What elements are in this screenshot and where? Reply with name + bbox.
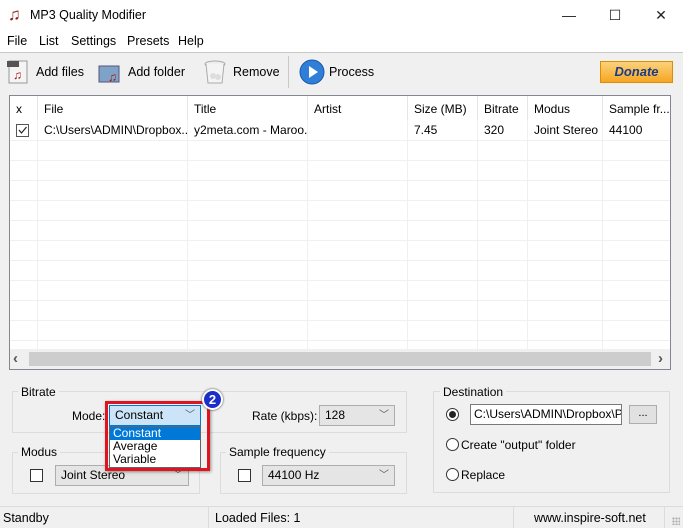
recycle-bin-icon: [203, 59, 227, 85]
replace-radio[interactable]: [446, 468, 459, 481]
grid-line: [10, 140, 670, 141]
cell-title: y2meta.com - Maroo...: [194, 123, 308, 137]
create-output-folder-label[interactable]: Create "output" folder: [461, 438, 576, 452]
maximize-button[interactable]: ☐: [592, 0, 638, 30]
grid-line: [10, 240, 670, 241]
bitrate-legend: Bitrate: [18, 385, 59, 399]
create-output-folder-radio[interactable]: [446, 438, 459, 451]
cell-artist: [308, 120, 408, 140]
status-website-link[interactable]: www.inspire-soft.net: [534, 511, 646, 525]
mode-label: Mode:: [72, 409, 106, 423]
grid-line: [10, 160, 670, 161]
replace-label[interactable]: Replace: [461, 468, 505, 482]
grid-line: [187, 120, 188, 349]
column-header-file[interactable]: File: [38, 96, 188, 120]
svg-text:♫: ♫: [108, 70, 117, 84]
column-header-bitrate[interactable]: Bitrate: [478, 96, 528, 120]
scroll-right-arrow-icon[interactable]: ›: [658, 350, 663, 367]
horizontal-scrollbar[interactable]: ‹ ›: [10, 349, 670, 369]
scrollbar-thumb[interactable]: [29, 352, 651, 366]
column-header-artist[interactable]: Artist: [308, 96, 408, 120]
status-divider: [208, 507, 209, 528]
destination-legend: Destination: [440, 385, 507, 399]
grid-line: [10, 200, 670, 201]
row-checkbox[interactable]: [16, 124, 29, 137]
chevron-down-icon: ﹀: [379, 410, 389, 421]
add-files-button[interactable]: ♫ Add files: [6, 58, 84, 86]
rate-label: Rate (kbps):: [252, 409, 318, 423]
sample-frequency-value: 44100 Hz: [268, 468, 320, 482]
grid-line: [10, 220, 670, 221]
menu-file[interactable]: File: [7, 34, 27, 48]
status-state: Standby: [3, 511, 49, 525]
cell-sample: 44100: [609, 123, 643, 137]
sample-frequency-legend: Sample frequency: [226, 445, 329, 459]
rate-select[interactable]: 128 ﹀: [319, 405, 395, 426]
mp3-file-icon: ♫: [6, 59, 30, 85]
grid-line: [602, 120, 603, 349]
menu-help[interactable]: Help: [178, 34, 204, 48]
destination-custom-radio[interactable]: [446, 408, 459, 421]
grid-line: [527, 120, 528, 349]
column-header-size[interactable]: Size (MB): [408, 96, 478, 120]
column-header-sample[interactable]: Sample fr...: [603, 96, 670, 120]
cell-size: 7.45: [414, 123, 438, 137]
window-title: MP3 Quality Modifier: [30, 8, 147, 22]
annotation-highlight-box: [105, 401, 210, 471]
annotation-step-badge: 2: [202, 389, 223, 410]
status-bar: Standby Loaded Files: 1 www.inspire-soft…: [0, 506, 683, 528]
file-list[interactable]: x File Title Artist Size (MB) Bitrate Mo…: [9, 95, 671, 370]
toolbar-separator: [288, 56, 289, 88]
grid-line: [477, 120, 478, 349]
modus-legend: Modus: [18, 445, 61, 459]
add-folder-button[interactable]: ♫ Add folder: [98, 58, 185, 86]
grid-line: [407, 120, 408, 349]
close-button[interactable]: ✕: [638, 0, 683, 30]
column-header-x[interactable]: x: [10, 96, 38, 120]
rate-value: 128: [325, 408, 346, 422]
donate-button[interactable]: Donate: [600, 61, 673, 83]
music-note-icon: ♫: [8, 5, 21, 24]
menu-settings[interactable]: Settings: [71, 34, 116, 48]
play-icon: [299, 59, 325, 85]
column-header-modus[interactable]: Modus: [528, 96, 603, 120]
destination-path-input[interactable]: C:\Users\ADMIN\Dropbox\PC: [470, 404, 622, 425]
scroll-left-arrow-icon[interactable]: ‹: [13, 350, 18, 367]
resize-grip-icon[interactable]: [672, 517, 680, 525]
sample-frequency-select[interactable]: 44100 Hz ﹀: [262, 465, 395, 486]
grid-line: [10, 280, 670, 281]
remove-button[interactable]: Remove: [203, 58, 280, 86]
menu-presets[interactable]: Presets: [127, 34, 169, 48]
grid-line: [10, 300, 670, 301]
column-header-title[interactable]: Title: [188, 96, 308, 120]
grid-line: [10, 340, 670, 341]
process-button[interactable]: Process: [299, 58, 374, 86]
chevron-down-icon: ﹀: [379, 470, 389, 481]
svg-text:♫: ♫: [13, 68, 22, 82]
sample-frequency-checkbox[interactable]: [238, 469, 251, 482]
add-folder-label: Add folder: [128, 65, 185, 79]
status-divider: [664, 507, 665, 528]
grid-line: [10, 180, 670, 181]
grid-line: [37, 120, 38, 349]
cell-modus: Joint Stereo: [534, 123, 599, 137]
status-divider: [513, 507, 514, 528]
cell-bitrate: 320: [484, 123, 505, 137]
menu-list[interactable]: List: [39, 34, 58, 48]
add-files-label: Add files: [36, 65, 84, 79]
minimize-button[interactable]: —: [546, 0, 592, 30]
music-folder-icon: ♫: [98, 59, 122, 85]
table-row[interactable]: C:\Users\ADMIN\Dropbox... y2meta.com - M…: [10, 120, 670, 140]
cell-file: C:\Users\ADMIN\Dropbox...: [44, 123, 188, 137]
browse-button[interactable]: ...: [629, 405, 657, 424]
grid-line: [10, 260, 670, 261]
status-loaded-files: Loaded Files: 1: [215, 511, 301, 525]
modus-checkbox[interactable]: [30, 469, 43, 482]
remove-label: Remove: [233, 65, 280, 79]
process-label: Process: [329, 65, 375, 79]
grid-line: [10, 320, 670, 321]
grid-line: [307, 120, 308, 349]
